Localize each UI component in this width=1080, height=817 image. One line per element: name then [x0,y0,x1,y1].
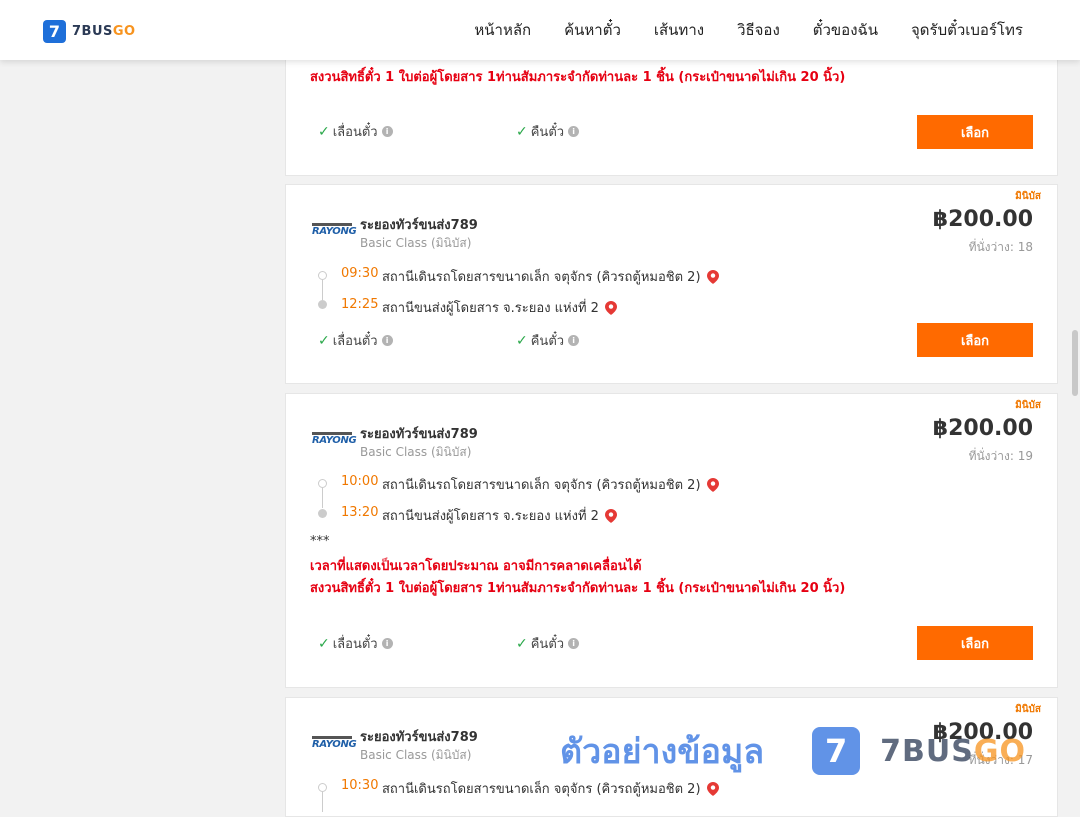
departure-station-name: สถานีเดินรถโดยสารขนาดเล็ก จตุจักร (คิวรถ… [382,270,701,285]
info-icon[interactable]: i [568,335,580,346]
refund-label: คืนตั๋ว [530,637,565,652]
nav-how-to-book[interactable]: วิธีจอง [737,18,780,42]
reschedule-feature: ✓ เลื่อนตั๋ว i [318,330,393,351]
seats-available: ที่นั่งว่าง: 19 [968,449,1033,463]
refund-label: คืนตั๋ว [530,334,565,349]
bus-class: Basic Class (มินิบัส) [360,748,472,762]
timeline-line [322,792,323,812]
departure-station: สถานีเดินรถโดยสารขนาดเล็ก จตุจักร (คิวรถ… [382,474,719,495]
refund-feature: ✓ คืนตั๋ว i [516,121,580,142]
info-icon[interactable]: i [568,638,580,649]
remark-stars: *** [310,534,330,549]
reschedule-label: เลื่อนตั๋ว [332,334,378,349]
nav-search-ticket[interactable]: ค้นหาตั๋ว [564,18,621,42]
reschedule-label: เลื่อนตั๋ว [332,125,378,140]
bus-class: Basic Class (มินิบัส) [360,236,472,250]
info-icon[interactable]: i [568,126,580,137]
trip-card: มินิบัส RAYONG ระยองทัวร์ขนส่ง789 Basic … [285,184,1058,384]
timeline-end-dot [318,509,327,518]
operator-name: ระยองทัวร์ขนส่ง789 [360,218,478,233]
bus-type-tag: มินิบัส [1015,704,1041,715]
arrival-station-name: สถานีขนส่งผู้โดยสาร จ.ระยอง แห่งที่ 2 [382,301,599,316]
refund-label: คืนตั๋ว [530,125,565,140]
check-icon: ✓ [516,635,528,652]
map-pin-icon[interactable] [706,269,719,284]
operator-name: ระยองทัวร์ขนส่ง789 [360,427,478,442]
scrollbar-thumb[interactable] [1072,330,1078,396]
map-pin-icon[interactable] [706,477,719,492]
baggage-notice: สงวนสิทธิ์ตั๋ว 1 ใบต่อผู้โดยสาร 1ท่านสัม… [310,581,846,596]
arrival-time: 13:20 [341,505,379,520]
reschedule-feature: ✓ เลื่อนตั๋ว i [318,121,393,142]
operator-logo: RAYONG [312,223,357,239]
arrival-station: สถานีขนส่งผู้โดยสาร จ.ระยอง แห่งที่ 2 [382,297,617,318]
timeline-line [322,488,323,508]
select-button[interactable]: เลือก [917,626,1033,660]
map-pin-icon[interactable] [604,300,617,315]
operator-logo: RAYONG [312,432,357,448]
nav-ticket-points[interactable]: จุดรับตั๋วเบอร์โทร [911,18,1023,42]
logo-badge-icon: 7 [43,19,66,43]
operator-logo: RAYONG [312,736,357,752]
seats-available: ที่นั่งว่าง: 17 [968,753,1033,767]
page-scrollbar[interactable] [1070,60,1080,800]
arrival-station: สถานีขนส่งผู้โดยสาร จ.ระยอง แห่งที่ 2 [382,505,617,526]
operator-name: ระยองทัวร์ขนส่ง789 [360,730,478,745]
arrival-station-name: สถานีขนส่งผู้โดยสาร จ.ระยอง แห่งที่ 2 [382,509,599,524]
logo-text: 7BUSGO [72,23,136,39]
check-icon: ✓ [318,332,330,349]
departure-station: สถานีเดินรถโดยสารขนาดเล็ก จตุจักร (คิวรถ… [382,266,719,287]
departure-time: 10:30 [341,778,379,793]
select-button[interactable]: เลือก [917,323,1033,357]
top-navbar: 7 7BUSGO หน้าหลัก ค้นหาตั๋ว เส้นทาง วิธี… [0,0,1080,60]
select-button[interactable]: เลือก [917,115,1033,149]
seats-available: ที่นั่งว่าง: 18 [968,240,1033,254]
main-nav: หน้าหลัก ค้นหาตั๋ว เส้นทาง วิธีจอง ตั๋วข… [441,0,1023,60]
timeline-start-dot [318,783,327,792]
nav-my-tickets[interactable]: ตั๋วของฉัน [813,18,878,42]
departure-time: 09:30 [341,266,379,281]
check-icon: ✓ [318,123,330,140]
check-icon: ✓ [318,635,330,652]
arrival-time: 12:25 [341,297,379,312]
departure-station-name: สถานีเดินรถโดยสารขนาดเล็ก จตุจักร (คิวรถ… [382,782,701,797]
info-icon[interactable]: i [381,126,393,137]
refund-feature: ✓ คืนตั๋ว i [516,330,580,351]
map-pin-icon[interactable] [604,508,617,523]
reschedule-label: เลื่อนตั๋ว [332,637,378,652]
map-pin-icon[interactable] [706,781,719,796]
ticket-price: ฿200.00 [932,207,1033,232]
reschedule-feature: ✓ เลื่อนตั๋ว i [318,633,393,654]
nav-routes[interactable]: เส้นทาง [654,18,704,42]
nav-home[interactable]: หน้าหลัก [474,18,531,42]
baggage-notice: สงวนสิทธิ์ตั๋ว 1 ใบต่อผู้โดยสาร 1ท่านสัม… [310,70,846,85]
check-icon: ✓ [516,123,528,140]
timeline-start-dot [318,271,327,280]
departure-station: สถานีเดินรถโดยสารขนาดเล็ก จตุจักร (คิวรถ… [382,778,719,799]
timeline-line [322,280,323,300]
info-icon[interactable]: i [381,638,393,649]
timeline-start-dot [318,479,327,488]
ticket-price: ฿200.00 [932,416,1033,441]
bus-type-tag: มินิบัส [1015,400,1041,411]
trip-card: มินิบัส RAYONG ระยองทัวร์ขนส่ง789 Basic … [285,393,1058,688]
info-icon[interactable]: i [381,335,393,346]
check-icon: ✓ [516,332,528,349]
bus-type-tag: มินิบัส [1015,191,1041,202]
bus-class: Basic Class (มินิบัส) [360,445,472,459]
trip-card: มินิบัส RAYONG ระยองทัวร์ขนส่ง789 Basic … [285,697,1058,817]
departure-time: 10:00 [341,474,379,489]
site-logo[interactable]: 7 7BUSGO [43,19,136,43]
timeline-end-dot [318,300,327,309]
departure-station-name: สถานีเดินรถโดยสารขนาดเล็ก จตุจักร (คิวรถ… [382,478,701,493]
ticket-price: ฿200.00 [932,720,1033,745]
refund-feature: ✓ คืนตั๋ว i [516,633,580,654]
time-notice: เวลาที่แสดงเป็นเวลาโดยประมาณ อาจมีการคลา… [310,559,642,574]
